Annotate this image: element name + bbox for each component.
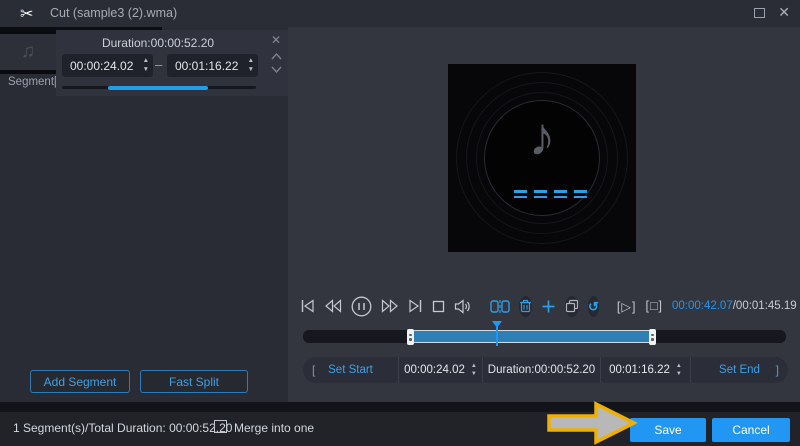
chevron-up-icon[interactable] [270, 52, 283, 61]
volume-button[interactable] [454, 299, 472, 314]
segment-start-time-value: 00:00:24.02 [70, 59, 133, 73]
cut-dialog-window: ✂ Cut (sample3 (2).wma) ✕ ♫ Segment[1] D… [0, 0, 800, 446]
split-segment-button[interactable] [490, 299, 510, 314]
playback-time: 00:00:42.07/00:01:45.19 [672, 300, 797, 312]
spinner-up-icon[interactable]: ▲ [143, 56, 149, 65]
timeline-selection[interactable] [410, 330, 653, 343]
trim-end-spinner[interactable]: ▲ ▼ [676, 362, 682, 378]
segment-thumbnail[interactable]: ♫ [0, 30, 56, 74]
spinner-down-icon[interactable]: ▼ [248, 65, 254, 74]
music-note-icon: ♫ [21, 41, 35, 63]
reset-icon: ↺ [588, 300, 599, 313]
trim-controls-bar: [ Set Start 00:00:24.02 ▲ ▼ Duration:00:… [303, 357, 788, 383]
preview-segment-stop-button[interactable]: [□] [645, 299, 663, 313]
set-end-button[interactable]: Set End [719, 364, 760, 376]
thumbnail-artwork: ♫ [0, 34, 56, 70]
audio-artwork: ♪ [448, 64, 636, 252]
add-segment-button[interactable]: Add Segment [30, 370, 130, 393]
music-note-icon: ♪ [448, 106, 636, 168]
set-start-button[interactable]: Set Start [328, 364, 373, 376]
add-segment-icon-button[interactable] [541, 299, 556, 314]
cancel-button[interactable]: Cancel [712, 418, 790, 442]
current-time: 00:00:42.07 [672, 300, 733, 312]
fast-split-button[interactable]: Fast Split [140, 370, 248, 393]
segment-end-spinner[interactable]: ▲ ▼ [248, 56, 254, 74]
spinner-up-icon[interactable]: ▲ [248, 56, 254, 65]
maximize-icon [754, 8, 765, 18]
rewind-button[interactable] [324, 299, 342, 313]
segment-editor-card: Duration:00:00:52.20 00:00:24.02 ▲ ▼ – 0… [56, 30, 288, 96]
segment-start-time-input[interactable]: 00:00:24.02 ▲ ▼ [62, 54, 153, 77]
playback-controls: ↺ [▷] [□] 00:00:42.07/00:01:45.19 [300, 293, 792, 319]
merge-into-one-label: Merge into one [234, 421, 314, 435]
save-button[interactable]: Save [630, 418, 706, 442]
segment-end-time-input[interactable]: 00:01:16.22 ▲ ▼ [167, 54, 258, 77]
chevron-down-icon[interactable] [270, 65, 283, 74]
segment-start-spinner[interactable]: ▲ ▼ [143, 56, 149, 74]
preview-panel: ♪ [288, 27, 800, 402]
skip-start-button[interactable] [300, 299, 315, 313]
title-bar: ✂ Cut (sample3 (2).wma) ✕ [0, 0, 800, 27]
range-separator: – [155, 57, 162, 72]
preview-segment-play-button[interactable]: [▷] [617, 299, 637, 314]
pause-button[interactable] [351, 296, 372, 317]
segment-range-slider[interactable] [62, 86, 256, 89]
segment-end-time-value: 00:01:16.22 [175, 59, 238, 73]
segment-summary-text: 1 Segment(s)/Total Duration: 00:00:52.20 [13, 421, 232, 435]
close-button[interactable]: ✕ [778, 4, 790, 21]
spinner-down-icon[interactable]: ▼ [471, 370, 477, 378]
trim-start-time-input[interactable]: 00:00:24.02 [404, 364, 465, 376]
playhead[interactable] [496, 321, 498, 347]
total-time: /00:01:45.19 [733, 300, 797, 312]
spinner-down-icon[interactable]: ▼ [143, 65, 149, 74]
start-bracket: [ [312, 363, 315, 377]
end-bracket: ] [776, 363, 779, 377]
maximize-button[interactable] [753, 7, 766, 19]
timeline-track[interactable] [303, 330, 786, 343]
trim-end-time-input[interactable]: 00:01:16.22 [609, 364, 670, 376]
trim-start-spinner[interactable]: ▲ ▼ [471, 362, 477, 378]
playhead-line [496, 327, 498, 346]
spinner-down-icon[interactable]: ▼ [676, 370, 682, 378]
spinner-up-icon[interactable]: ▲ [471, 362, 477, 370]
equalizer-dashes [514, 190, 587, 198]
delete-segment-button[interactable] [519, 296, 532, 317]
segment-list-panel: ♫ Segment[1] Duration:00:00:52.20 00:00:… [0, 27, 288, 402]
trim-duration-label: Duration:00:00:52.20 [488, 364, 595, 376]
copy-segment-button[interactable] [565, 296, 579, 317]
window-title: Cut (sample3 (2).wma) [50, 6, 177, 20]
segment-range-fill [108, 86, 208, 90]
footer-bar: 1 Segment(s)/Total Duration: 00:00:52.20… [0, 412, 800, 446]
segment-delete-icon[interactable]: ✕ [271, 33, 281, 47]
stop-button[interactable] [432, 300, 445, 313]
scissors-icon: ✂ [20, 4, 33, 24]
spinner-up-icon[interactable]: ▲ [676, 362, 682, 370]
selection-start-handle[interactable] [407, 329, 414, 345]
footer-divider [0, 402, 800, 412]
fast-forward-button[interactable] [381, 299, 399, 313]
reset-button[interactable]: ↺ [588, 296, 599, 317]
merge-into-one-checkbox[interactable] [214, 420, 227, 433]
skip-end-button[interactable] [408, 299, 423, 313]
segment-duration-label: Duration:00:00:52.20 [56, 36, 260, 50]
selection-end-handle[interactable] [649, 329, 656, 345]
